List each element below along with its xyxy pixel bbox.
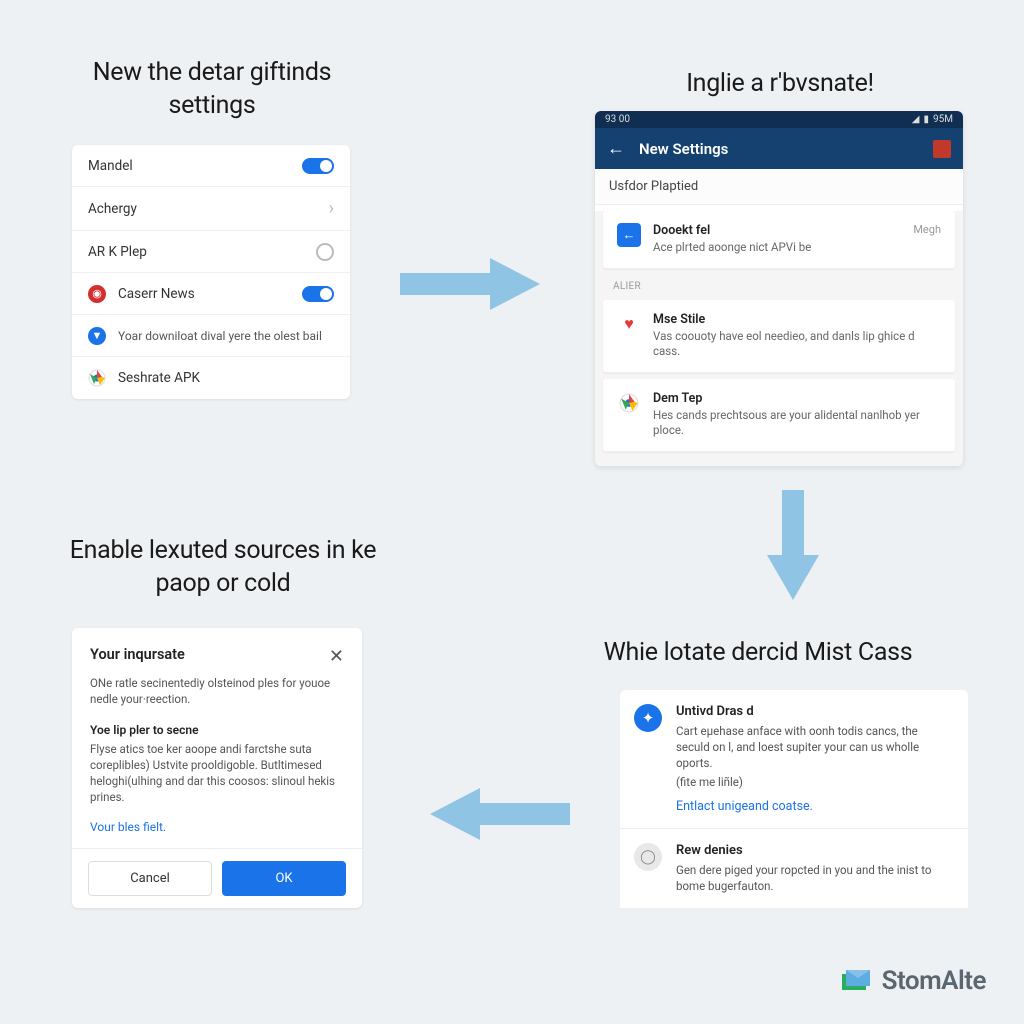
info-body: Rew denies Gen dere piged your ropcted i…: [676, 843, 954, 894]
setting-label: ▼ Yoar downiloat dival yere the olest ba…: [88, 327, 334, 345]
chevron-right-icon: ›: [329, 198, 334, 219]
panel2-heading: Inglie a r'bvsnate!: [590, 68, 970, 101]
notif-meta: Megh: [913, 223, 941, 256]
arrow-left-icon: [430, 783, 570, 849]
person-icon: ✦: [634, 704, 662, 732]
settings-panel: Mandel Achergy › AR K Plep ◉ Caserr News…: [72, 145, 350, 399]
cancel-button[interactable]: Cancel: [88, 861, 212, 896]
panel3-heading: Enable lexuted sources in ke paop or col…: [68, 535, 378, 600]
setting-label: ◉ Caserr News: [88, 285, 302, 303]
notif-title: Dooekt fel: [653, 223, 901, 238]
info-paren: (fite me liñle): [676, 775, 954, 789]
dialog-subtitle: Yoe lip pler to secne: [72, 717, 362, 741]
arrow-right-icon: [400, 253, 540, 319]
chrome-icon: [617, 391, 641, 415]
arrow-left-icon: ←: [617, 223, 641, 247]
heart-icon: ♥: [617, 312, 641, 336]
brand-logo: StomAlte: [840, 966, 986, 996]
notif-body: Mse Stile Vas coouoty have eol needieo, …: [653, 312, 941, 360]
info-item[interactable]: ◯ Rew denies Gen dere piged your ropcted…: [620, 829, 968, 909]
setting-label: Achergy: [88, 201, 329, 217]
setting-row-arkplep[interactable]: AR K Plep: [72, 231, 350, 273]
setting-row-caser[interactable]: ◉ Caserr News: [72, 273, 350, 315]
user-icon: ◯: [634, 843, 662, 871]
app-bar: ← New Settings: [595, 128, 963, 169]
info-body: Untivd Dras d Cart eµehase anface with o…: [676, 704, 954, 814]
setting-row-seshate[interactable]: Seshrate APK: [72, 357, 350, 399]
dialog-title: Your inqursate: [90, 646, 185, 663]
battery-text: 95M: [933, 114, 953, 125]
panel4-heading: Whie lotate dercid Mist Cass: [548, 637, 968, 670]
notif-item[interactable]: Dem Tep Hes cands prechtsous are your al…: [603, 379, 955, 452]
toggle-on-icon[interactable]: [302, 286, 334, 302]
ok-button[interactable]: OK: [222, 861, 346, 896]
chrome-icon: [88, 369, 106, 387]
signal-icon: ▮: [924, 114, 930, 125]
setting-label: AR K Plep: [88, 244, 316, 260]
appbar-action-icon[interactable]: [933, 140, 951, 158]
toggle-on-icon[interactable]: [302, 158, 334, 174]
mobile-settings-panel: 93 00 ◢ ▮ 95M ← New Settings Usfdor Plap…: [595, 111, 963, 466]
panel1-heading: New the detar giftinds settings: [72, 57, 352, 122]
appbar-title: New Settings: [639, 140, 728, 158]
notif-item[interactable]: ♥ Mse Stile Vas coouoty have eol needieo…: [603, 300, 955, 373]
section-label: ALIER: [595, 275, 963, 294]
setting-text: Yoar downiloat dival yere the olest bail: [118, 329, 322, 343]
radio-empty-icon[interactable]: [316, 243, 334, 261]
info-title: Rew denies: [676, 843, 954, 858]
info-desc: Cart eµehase anface with oonh todis canc…: [676, 723, 954, 771]
notif-desc: Ace plrted aoonge nict APVi be: [653, 240, 901, 256]
status-indicators: ◢ ▮ 95M: [912, 114, 953, 125]
back-icon[interactable]: ←: [607, 138, 625, 159]
download-icon: ▼: [88, 327, 106, 345]
setting-row-achergy[interactable]: Achergy ›: [72, 187, 350, 231]
setting-label: Seshrate APK: [88, 369, 334, 387]
dialog-link[interactable]: Vour bles fielt.: [72, 816, 362, 848]
status-bar: 93 00 ◢ ▮ 95M: [595, 111, 963, 128]
dialog-header: Your inqursate ✕: [72, 646, 362, 675]
setting-row-download[interactable]: ▼ Yoar downiloat dival yere the olest ba…: [72, 315, 350, 357]
dialog-text: ONe ratle secinentediy olsteinod ples fo…: [72, 675, 362, 717]
status-time: 93 00: [605, 114, 630, 125]
info-item[interactable]: ✦ Untivd Dras d Cart eµehase anface with…: [620, 690, 968, 829]
wifi-icon: ◢: [912, 114, 920, 125]
pin-icon: ◉: [88, 285, 106, 303]
close-icon[interactable]: ✕: [329, 646, 344, 667]
dialog-panel: Your inqursate ✕ ONe ratle secinentediy …: [72, 628, 362, 908]
notif-desc: Hes cands prechtsous are your alidental …: [653, 408, 941, 439]
setting-row-mandel[interactable]: Mandel: [72, 145, 350, 187]
info-link[interactable]: Entlact unigeand coatse.: [676, 799, 954, 814]
brand-icon: [840, 968, 872, 994]
dialog-actions: Cancel OK: [72, 848, 362, 908]
info-title: Untivd Dras d: [676, 704, 954, 719]
setting-text: Seshrate APK: [118, 370, 200, 386]
brand-text: StomAlte: [882, 966, 986, 996]
notif-item[interactable]: ← Dooekt fel Ace plrted aoonge nict APVi…: [603, 211, 955, 269]
setting-label: Mandel: [88, 158, 302, 174]
arrow-down-icon: [762, 490, 824, 604]
dialog-text: Flyse atics toe ker aoope andi farctshe …: [72, 741, 362, 815]
notif-body: Dooekt fel Ace plrted aoonge nict APVi b…: [653, 223, 901, 256]
setting-text: Caserr News: [118, 286, 195, 302]
info-desc: Gen dere piged your ropcted in you and t…: [676, 862, 954, 894]
notif-title: Dem Tep: [653, 391, 941, 406]
notif-body: Dem Tep Hes cands prechtsous are your al…: [653, 391, 941, 439]
notif-desc: Vas coouoty have eol needieo, and danls …: [653, 329, 941, 360]
notif-title: Mse Stile: [653, 312, 941, 327]
subheader: Usfdor Plaptied: [595, 169, 963, 205]
info-panel: ✦ Untivd Dras d Cart eµehase anface with…: [620, 690, 968, 909]
